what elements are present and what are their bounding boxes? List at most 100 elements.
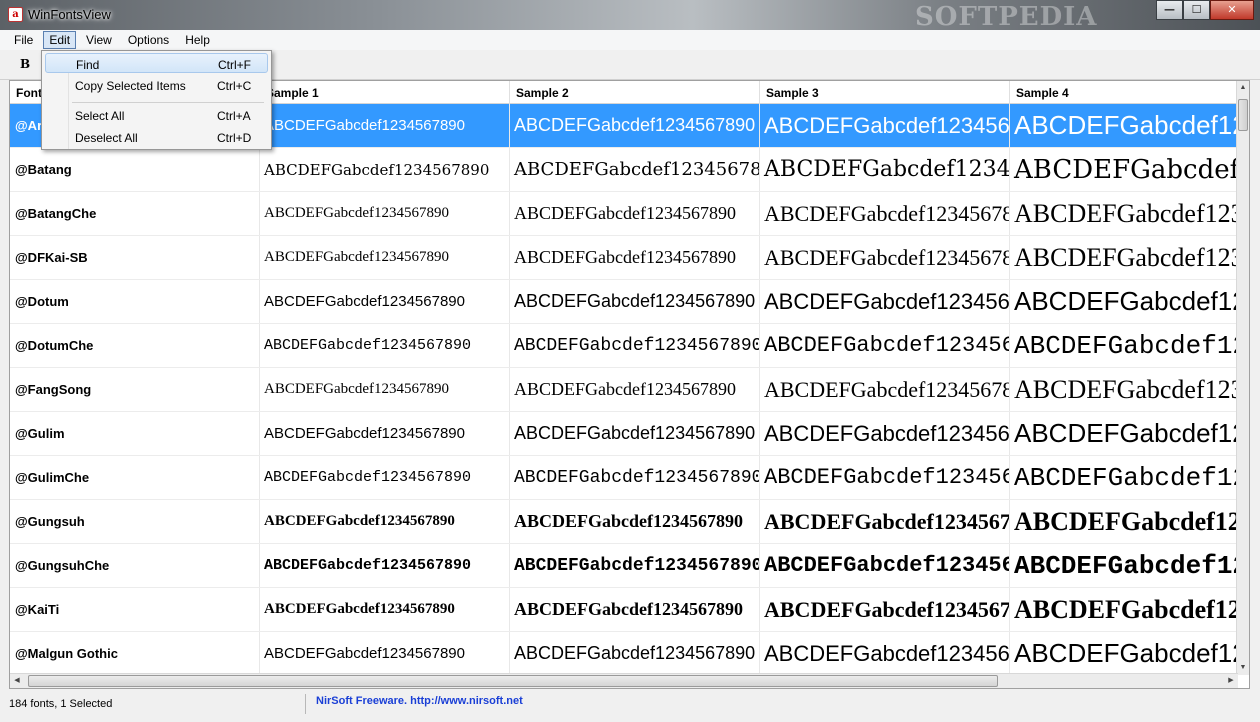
table-row[interactable]: @DotumChe ABCDEFGabcdef1234567890 ABCDEFGa…	[10, 324, 1238, 368]
horizontal-scroll-thumb[interactable]	[28, 675, 998, 687]
font-name-cell: @Gulim	[10, 412, 260, 455]
sample-1-cell: ABCDEFGabcdef1234567890	[260, 544, 510, 587]
sample-1-cell: ABCDEFGabcdef1234567890	[260, 324, 510, 367]
sample-4-cell: ABCDEFGabcdef1234567890	[1014, 506, 1238, 536]
table-row[interactable]: @FangSong ABCDEFGabcdef1234567890 ABCDEFGa…	[10, 368, 1238, 412]
sample-1-cell: ABCDEFGabcdef1234567890	[260, 280, 510, 323]
close-icon: ✕	[1227, 3, 1237, 16]
sample-4-cell: ABCDEFGabcdef1234567890	[1014, 242, 1238, 272]
sample-3-cell: ABCDEFGabcdef1234567890	[760, 544, 1010, 587]
sample-2-cell: ABCDEFGabcdef1234567890	[510, 148, 760, 191]
font-name-cell: @GungsuhChe	[10, 544, 260, 587]
minimize-button[interactable]: —	[1156, 0, 1183, 20]
menu-help[interactable]: Help	[179, 31, 216, 49]
font-name-cell: @BatangChe	[10, 192, 260, 235]
menu-separator	[72, 102, 264, 103]
table-row[interactable]: @GungsuhChe ABCDEFGabcdef1234567890 ABCDEF…	[10, 544, 1238, 588]
maximize-button[interactable]: ☐	[1183, 0, 1210, 20]
window-title: WinFontsView	[28, 7, 111, 22]
font-name-cell: @DotumChe	[10, 324, 260, 367]
scroll-right-icon[interactable]: ▶	[1224, 674, 1238, 688]
status-bar: 184 fonts, 1 Selected NirSoft Freeware. …	[0, 690, 1260, 722]
app-icon: a	[8, 7, 23, 22]
sample-1-cell: ABCDEFGabcdef1234567890	[260, 192, 510, 235]
status-divider	[305, 694, 306, 714]
title-bar: a WinFontsView SOFTPEDIA — ☐ ✕	[0, 0, 1260, 32]
maximize-icon: ☐	[1191, 3, 1202, 16]
sample-2-cell: ABCDEFGabcdef1234567890	[510, 324, 760, 367]
sample-4-cell: ABCDEFGabcdef1234567890	[1014, 550, 1238, 581]
font-name-cell: @Malgun Gothic	[10, 632, 260, 675]
table-row[interactable]: @Dotum ABCDEFGabcdef1234567890 ABCDEFGabcd…	[10, 280, 1238, 324]
vertical-scroll-thumb[interactable]	[1238, 99, 1248, 131]
nirsoft-link[interactable]: NirSoft Freeware. http://www.nirsoft.net	[316, 695, 523, 707]
menu-options[interactable]: Options	[122, 31, 175, 49]
sample-1-cell: ABCDEFGabcdef1234567890	[260, 500, 510, 543]
font-name-cell: @KaiTi	[10, 588, 260, 631]
close-button[interactable]: ✕	[1210, 0, 1254, 20]
sample-2-cell: ABCDEFGabcdef1234567890	[510, 412, 760, 455]
sample-1-cell: ABCDEFGabcdef1234567890	[260, 236, 510, 279]
column-header-sample-4[interactable]: Sample 4	[1010, 81, 1238, 104]
table-body: @Arial Unicode MSABCDEFGabcdef1234567890…	[10, 104, 1238, 676]
sample-3-cell: ABCDEFGabcdef1234567890	[760, 588, 1010, 631]
menu-edit[interactable]: Edit	[43, 31, 77, 49]
sample-1-cell: ABCDEFGabcdef1234567890	[260, 456, 510, 499]
sample-1-cell: ABCDEFGabcdef1234567890	[260, 588, 510, 631]
sample-2-cell: ABCDEFGabcdef1234567890	[510, 544, 760, 587]
font-name-cell: @Gungsuh	[10, 500, 260, 543]
table-row[interactable]: @Gulim ABCDEFGabcdef1234567890 ABCDEFGabcd…	[10, 412, 1238, 456]
table-row[interactable]: @Gungsuh ABCDEFGabcdef1234567890 ABCDEFGab…	[10, 500, 1238, 544]
column-header-sample-3[interactable]: Sample 3	[760, 81, 1010, 104]
sample-3-cell: ABCDEFGabcdef1234567890	[760, 632, 1010, 675]
menu-view[interactable]: View	[80, 31, 118, 49]
sample-3-cell: ABCDEFGabcdef1234567890	[760, 500, 1010, 543]
scroll-down-icon[interactable]: ▼	[1237, 661, 1249, 675]
table-row[interactable]: @BatangChe ABCDEFGabcdef1234567890 ABCDEFG…	[10, 192, 1238, 236]
table-row[interactable]: @KaiTi ABCDEFGabcdef1234567890 ABCDEFGabcd…	[10, 588, 1238, 632]
menu-item-label: Deselect All	[75, 131, 138, 145]
menu-item-find[interactable]: Find Ctrl+F	[45, 53, 268, 73]
menu-item-shortcut: Ctrl+F	[218, 58, 251, 72]
sample-1-cell: ABCDEFGabcdef1234567890	[260, 148, 510, 191]
bold-toggle-button[interactable]: B	[20, 57, 30, 71]
table-row[interactable]: @Malgun Gothic ABCDEFGabcdef1234567890 ABC…	[10, 632, 1238, 676]
sample-2-cell: ABCDEFGabcdef1234567890	[510, 280, 760, 323]
sample-3-cell: ABCDEFGabcdef1234567890	[760, 236, 1010, 279]
menu-file[interactable]: File	[8, 31, 39, 49]
menu-item-select-all[interactable]: Select All Ctrl+A	[45, 105, 268, 125]
sample-4-cell: ABCDEFGabcdef1234567890	[1014, 638, 1238, 668]
horizontal-scrollbar[interactable]: ◀ ▶	[10, 673, 1238, 688]
sample-4-cell: ABCDEFGabcdef1234567890	[1014, 594, 1238, 624]
sample-4-cell: ABCDEFGabcdef1234567890	[1014, 198, 1238, 228]
status-summary: 184 fonts, 1 Selected	[9, 698, 113, 710]
table-row[interactable]: @GulimChe ABCDEFGabcdef1234567890 ABCDEFGa…	[10, 456, 1238, 500]
font-name-cell: @DFKai-SB	[10, 236, 260, 279]
sample-3-cell: ABCDEFGabcdef1234567890	[760, 192, 1010, 235]
menu-item-shortcut: Ctrl+D	[217, 131, 252, 145]
sample-1-cell: ABCDEFGabcdef1234567890	[260, 104, 510, 147]
sample-2-cell: ABCDEFGabcdef1234567890	[510, 368, 760, 411]
sample-4-cell: ABCDEFGabcdef1234567890	[1014, 374, 1238, 404]
menu-item-label: Find	[76, 58, 100, 72]
sample-3-cell: ABCDEFGabcdef1234567890	[760, 456, 1010, 499]
menu-bar: File Edit View Options Help	[0, 30, 1260, 50]
scroll-left-icon[interactable]: ◀	[10, 674, 24, 688]
scroll-up-icon[interactable]: ▲	[1237, 81, 1249, 95]
sample-4-cell: ABCDEFGabcdef1234567890	[1014, 330, 1238, 361]
column-header-sample-2[interactable]: Sample 2	[510, 81, 760, 104]
vertical-scrollbar[interactable]: ▲ ▼	[1236, 81, 1249, 675]
sample-2-cell: ABCDEFGabcdef1234567890	[510, 500, 760, 543]
sample-4-cell: ABCDEFGabcdef1234567890	[1014, 154, 1238, 185]
table-row[interactable]: @DFKai-SB ABCDEFGabcdef1234567890 ABCDEFGa…	[10, 236, 1238, 280]
column-header-sample-1[interactable]: Sample 1	[260, 81, 510, 104]
menu-item-copy-selected[interactable]: Copy Selected Items Ctrl+C	[45, 75, 268, 95]
sample-2-cell: ABCDEFGabcdef1234567890	[510, 456, 760, 499]
sample-3-cell: ABCDEFGabcdef1234567890	[760, 368, 1010, 411]
edit-menu-dropdown: Find Ctrl+F Copy Selected Items Ctrl+C S…	[41, 50, 272, 150]
watermark: SOFTPEDIA	[915, 2, 1098, 32]
table-row[interactable]: @Batang ABCDEFGabcdef1234567890 ABCDEFGabc…	[10, 148, 1238, 192]
menu-item-deselect-all[interactable]: Deselect All Ctrl+D	[45, 127, 268, 147]
sample-2-cell: ABCDEFGabcdef1234567890	[510, 192, 760, 235]
font-name-cell: @GulimChe	[10, 456, 260, 499]
